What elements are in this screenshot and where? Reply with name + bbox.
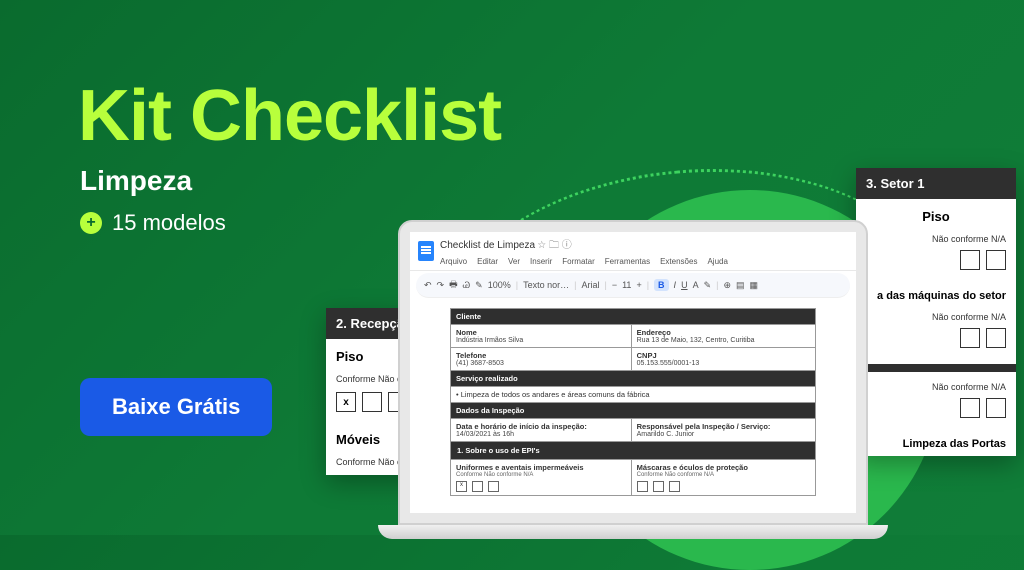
laptop-base bbox=[378, 525, 888, 539]
download-button[interactable]: Baixe Grátis bbox=[80, 378, 272, 436]
card-right-options: Não conforme N/A bbox=[856, 230, 1016, 250]
card-right-section-piso: Piso bbox=[856, 199, 1016, 230]
card-right-section-portas: Limpeza das Portas bbox=[856, 428, 1016, 456]
cell-endereco: EndereçoRua 13 de Maio, 132, Centro, Cur… bbox=[631, 325, 815, 348]
zoom-select[interactable]: 100% bbox=[488, 280, 511, 290]
underline-button[interactable]: U bbox=[681, 280, 688, 290]
doc-table: Cliente NomeIndústria Irmãos Silva Ender… bbox=[450, 308, 816, 496]
menu-arquivo[interactable]: Arquivo bbox=[440, 257, 467, 266]
card-right-boxes-2 bbox=[856, 328, 1016, 358]
cell-data: Data e horário de início da inspeção:14/… bbox=[451, 419, 632, 442]
menu-ajuda[interactable]: Ajuda bbox=[707, 257, 727, 266]
card-right-boxes bbox=[856, 250, 1016, 280]
models-row: + 15 modelos bbox=[80, 210, 226, 236]
italic-button[interactable]: I bbox=[674, 280, 677, 290]
cell-nome: NomeIndústria Irmãos Silva bbox=[451, 325, 632, 348]
comment-icon[interactable]: ▤ bbox=[736, 280, 745, 291]
hero-subtitle: Limpeza bbox=[80, 165, 192, 197]
doc-toolbar: ↶ ↷ 🖶 Ꮚ ✎ 100% | Texto nor… | Arial | − … bbox=[416, 273, 850, 298]
google-doc: Checklist de Limpeza ☆ 🗀 ⓘ Arquivo Edita… bbox=[410, 232, 856, 513]
undo-icon[interactable]: ↶ bbox=[424, 280, 432, 291]
bold-button[interactable]: B bbox=[654, 279, 669, 291]
print-icon[interactable]: 🖶 bbox=[449, 277, 458, 293]
menu-ferramentas[interactable]: Ferramentas bbox=[605, 257, 650, 266]
checkbox-nao-conforme[interactable] bbox=[362, 392, 382, 412]
card-right-darkbar bbox=[856, 364, 1016, 372]
row-cliente: Cliente bbox=[451, 309, 816, 325]
link-icon[interactable]: ⊕ bbox=[723, 280, 731, 291]
font-select[interactable]: Arial bbox=[581, 280, 599, 290]
cell-mascaras: Máscaras e óculos de proteção Conforme N… bbox=[631, 460, 815, 496]
card-right-options-2: Não conforme N/A bbox=[856, 308, 1016, 328]
menu-ver[interactable]: Ver bbox=[508, 257, 520, 266]
text-color-button[interactable]: A bbox=[693, 280, 699, 290]
menu-editar[interactable]: Editar bbox=[477, 257, 498, 266]
cell-responsavel: Responsável pela Inspeção / Serviço:Amar… bbox=[631, 419, 815, 442]
plus-icon: + bbox=[80, 212, 102, 234]
redo-icon[interactable]: ↷ bbox=[437, 280, 445, 291]
menu-inserir[interactable]: Inserir bbox=[530, 257, 552, 266]
font-size[interactable]: 11 bbox=[622, 280, 631, 290]
laptop-mockup: Checklist de Limpeza ☆ 🗀 ⓘ Arquivo Edita… bbox=[398, 220, 868, 539]
doc-menubar: Arquivo Editar Ver Inserir Formatar Ferr… bbox=[440, 255, 728, 266]
laptop-screen: Checklist de Limpeza ☆ 🗀 ⓘ Arquivo Edita… bbox=[398, 220, 868, 525]
checkbox[interactable] bbox=[986, 250, 1006, 270]
cell-servico-item: • Limpeza de todos os andares e áreas co… bbox=[451, 387, 816, 403]
doc-title-icons: ☆ 🗀 ⓘ bbox=[537, 240, 572, 251]
doc-titlebar: Checklist de Limpeza ☆ 🗀 ⓘ Arquivo Edita… bbox=[410, 232, 856, 271]
row-epi: 1. Sobre o uso de EPI's bbox=[451, 442, 816, 460]
models-count: 15 modelos bbox=[112, 210, 226, 236]
spellcheck-icon[interactable]: Ꮚ bbox=[463, 280, 471, 291]
cell-cnpj: CNPJ05.153.555/0001-13 bbox=[631, 348, 815, 371]
checkbox[interactable] bbox=[986, 398, 1006, 418]
paint-icon[interactable]: ✎ bbox=[475, 280, 483, 291]
checkbox[interactable] bbox=[960, 328, 980, 348]
checkbox-conforme[interactable]: x bbox=[336, 392, 356, 412]
checkbox[interactable] bbox=[986, 328, 1006, 348]
cell-uniformes: Uniformes e aventais impermeáveis Confor… bbox=[451, 460, 632, 496]
checkbox[interactable] bbox=[960, 250, 980, 270]
card-right-boxes-3 bbox=[856, 398, 1016, 428]
style-select[interactable]: Texto nor… bbox=[523, 280, 569, 290]
card-right-options-3: Não conforme N/A bbox=[856, 378, 1016, 398]
row-dados: Dados da Inspeção bbox=[451, 403, 816, 419]
highlight-icon[interactable]: ✎ bbox=[704, 280, 712, 291]
menu-formatar[interactable]: Formatar bbox=[562, 257, 594, 266]
doc-content: Cliente NomeIndústria Irmãos Silva Ender… bbox=[410, 302, 856, 502]
card-setor1: 3. Setor 1 Piso Não conforme N/A a das m… bbox=[856, 168, 1016, 456]
doc-title: Checklist de Limpeza bbox=[440, 240, 535, 251]
card-right-header: 3. Setor 1 bbox=[856, 168, 1016, 199]
image-icon[interactable]: ▦ bbox=[750, 280, 759, 291]
checkbox[interactable] bbox=[960, 398, 980, 418]
menu-extensoes[interactable]: Extensões bbox=[660, 257, 697, 266]
hero-title: Kit Checklist bbox=[78, 75, 501, 157]
cell-telefone: Telefone(41) 3687-8503 bbox=[451, 348, 632, 371]
card-right-section-maquinas: a das máquinas do setor bbox=[856, 280, 1016, 308]
docs-icon bbox=[418, 241, 434, 261]
row-servico: Serviço realizado bbox=[451, 371, 816, 387]
